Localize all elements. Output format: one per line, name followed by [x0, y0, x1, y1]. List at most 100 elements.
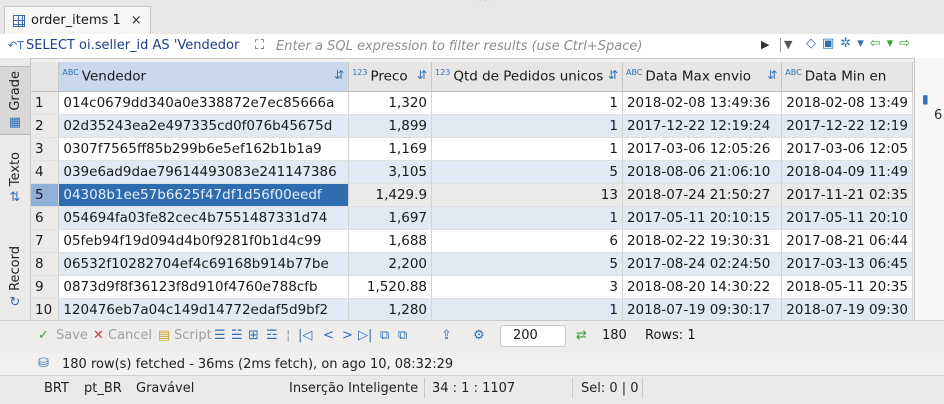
fetch-page-icon[interactable]: ⧉ [380, 328, 389, 343]
cell-data-min-envio[interactable]: 2017-05-11 20:10 [781, 206, 913, 230]
copy-row-icon[interactable]: ⊞ [248, 328, 259, 343]
cell-data-max-envio[interactable]: 2017-05-11 20:10:15 [622, 206, 783, 230]
cell-qtd-pedidos[interactable]: 1 [431, 137, 623, 161]
cell-vendedor[interactable]: 0873d9f8f36123f8d910f4760e788cfb [58, 275, 350, 299]
cell-vendedor[interactable]: 06532f10282704ef4c69168b914b77be [58, 252, 350, 276]
cell-qtd-pedidos[interactable]: 5 [431, 160, 623, 184]
save-filter-icon[interactable]: ▣ [822, 36, 834, 51]
panel-book-icon[interactable]: ▮ [922, 92, 929, 106]
add-row-icon[interactable]: ☱ [231, 328, 243, 343]
cell-qtd-pedidos[interactable]: 1 [431, 206, 623, 230]
fetch-size-input[interactable]: 200 [500, 325, 566, 347]
cell-vendedor[interactable]: 05feb94f19d094d4b0f9281f0b1d4c99 [58, 229, 350, 253]
cell-vendedor[interactable]: 02d35243ea2e497335cd0f076b45675d [58, 114, 350, 138]
cell-vendedor[interactable]: 04308b1ee57b6625f47df1d56f00eedf [58, 183, 350, 207]
table-row[interactable]: 4 039e6ad9dae79614493083e241147386 3,105 5 2… [31, 160, 913, 184]
fetch-all-icon[interactable]: ⧉ [398, 328, 407, 343]
collapse-handle-icon[interactable]: ⌃⌃ [468, 0, 498, 8]
cell-data-max-envio[interactable]: 2018-08-06 21:06:10 [622, 160, 783, 184]
cell-data-max-envio[interactable]: 2018-02-08 13:49:36 [622, 91, 783, 115]
refresh-icon[interactable]: ⇄ [576, 328, 587, 343]
cell-vendedor[interactable]: 120476eb7a04c149d14772edaf5d9bf2 [58, 298, 350, 320]
gear-icon[interactable]: ⚙ [473, 328, 485, 343]
cell-data-min-envio[interactable]: 2018-05-11 20:35 [781, 275, 913, 299]
table-row[interactable]: 7 05feb94f19d094d4b0f9281f0b1d4c99 1,688 6 2… [31, 229, 913, 253]
back-dropdown-icon[interactable]: ▾ [887, 36, 894, 51]
cell-preco[interactable]: 1,520.88 [348, 275, 433, 299]
cell-vendedor[interactable]: 039e6ad9dae79614493083e241147386 [58, 160, 350, 184]
table-row[interactable]: 2 02d35243ea2e497335cd0f076b45675d 1,899 1 2… [31, 114, 913, 138]
cell-data-min-envio[interactable]: 2017-03-06 12:05 [781, 137, 913, 161]
tab-grid-view[interactable]: Grade ▦ [0, 66, 30, 135]
table-row[interactable]: 8 06532f10282704ef4c69168b914b77be 2,200 5 2… [31, 252, 913, 276]
cell-vendedor[interactable]: 0307f7565ff85b299b6e5ef162b1b1a9 [58, 137, 350, 161]
cell-data-min-envio[interactable]: 2017-08-21 06:44 [781, 229, 913, 253]
cell-qtd-pedidos[interactable]: 13 [431, 183, 623, 207]
table-row[interactable]: 9 0873d9f8f36123f8d910f4760e788cfb 1,520.8… [31, 275, 913, 299]
apply-filter-icon[interactable]: ▶ [761, 38, 769, 51]
cell-data-min-envio[interactable]: 2017-11-21 02:35 [781, 183, 913, 207]
cell-preco[interactable]: 1,169 [348, 137, 433, 161]
cell-data-max-envio[interactable]: 2018-07-19 09:30:17 [622, 298, 783, 320]
cell-qtd-pedidos[interactable]: 5 [431, 252, 623, 276]
cell-preco[interactable]: 1,899 [348, 114, 433, 138]
results-grid[interactable]: ABC Vendedor ⇵ 123 Preco ⇵ 123 Qtd de Pedidos… [31, 62, 913, 320]
cell-qtd-pedidos[interactable]: 6 [431, 229, 623, 253]
column-header-qtd-pedidos[interactable]: 123 Qtd de Pedidos unicos ⇵ [431, 62, 623, 92]
table-row[interactable]: 1 014c0679dd340a0e338872e7ec85666a 1,320 1 2… [31, 91, 913, 115]
cell-data-min-envio[interactable]: 2017-12-22 12:19 [781, 114, 913, 138]
cell-data-max-envio[interactable]: 2017-03-06 12:05:26 [622, 137, 783, 161]
cell-preco[interactable]: 1,688 [348, 229, 433, 253]
table-row[interactable]: 5 04308b1ee57b6625f47df1d56f00eedf 1,429.9… [31, 183, 913, 207]
cell-data-max-envio[interactable]: 2017-08-24 02:24:50 [622, 252, 783, 276]
cell-data-min-envio[interactable]: 2018-04-09 11:49 [781, 160, 913, 184]
cell-qtd-pedidos[interactable]: 3 [431, 275, 623, 299]
first-page-icon[interactable]: |◁ [298, 328, 312, 343]
delete-row-icon[interactable]: ☲ [266, 328, 278, 343]
table-row[interactable]: 6 054694fa03fe82cec4b7551487331d74 1,697 1 2… [31, 206, 913, 230]
cell-data-min-envio[interactable]: 2017-03-13 06:45 [781, 252, 913, 276]
cell-qtd-pedidos[interactable]: 1 [431, 91, 623, 115]
filter-history-icon[interactable]: ▼ [780, 38, 792, 52]
cell-preco[interactable]: 1,429.9 [348, 183, 433, 207]
tab-close-icon[interactable]: × [131, 13, 142, 28]
column-header-data-max-envio[interactable]: ABC Data Max envio ⇵ [622, 62, 783, 92]
cell-data-max-envio[interactable]: 2017-12-22 12:19:24 [622, 114, 783, 138]
column-header-preco[interactable]: 123 Preco ⇵ [348, 62, 433, 92]
script-button[interactable]: Script [174, 328, 212, 343]
cell-data-min-envio[interactable]: 2018-07-19 09:30 [781, 298, 913, 320]
tab-record-view[interactable]: Record ↻ [0, 246, 30, 310]
cell-preco[interactable]: 3,105 [348, 160, 433, 184]
cancel-button[interactable]: Cancel [108, 328, 152, 343]
cell-qtd-pedidos[interactable]: 1 [431, 298, 623, 320]
cell-vendedor[interactable]: 014c0679dd340a0e338872e7ec85666a [58, 91, 350, 115]
filter-dropdown-icon[interactable]: ▾ [857, 36, 864, 51]
cell-data-min-envio[interactable]: 2018-02-08 13:49 [781, 91, 913, 115]
tab-text-view[interactable]: Texto ⇅ [0, 152, 30, 205]
last-page-icon[interactable]: ▷| [358, 328, 372, 343]
expand-icon[interactable]: ⛶ [255, 38, 264, 53]
column-header-vendedor[interactable]: ABC Vendedor ⇵ [58, 62, 350, 92]
cell-data-max-envio[interactable]: 2018-07-24 21:50:27 [622, 183, 783, 207]
next-page-icon[interactable]: > [342, 328, 353, 343]
filter-settings-icon[interactable]: ✲ [840, 36, 851, 51]
sort-filter-icon[interactable]: ⇵ [608, 68, 618, 82]
sort-filter-icon[interactable]: ⇵ [334, 68, 344, 82]
cell-qtd-pedidos[interactable]: 1 [431, 114, 623, 138]
cell-preco[interactable]: 1,320 [348, 91, 433, 115]
cell-preco[interactable]: 1,697 [348, 206, 433, 230]
column-header-data-min-envio[interactable]: ABC Data Min en [781, 62, 913, 92]
edit-row-icon[interactable]: ☰ [214, 328, 226, 343]
tab-order-items[interactable]: order_items 1 × [4, 6, 151, 34]
cell-data-max-envio[interactable]: 2018-02-22 19:30:31 [622, 229, 783, 253]
forward-arrow-icon[interactable]: ⇨ [899, 36, 910, 51]
table-row[interactable]: 3 0307f7565ff85b299b6e5ef162b1b1a9 1,169 1 2… [31, 137, 913, 161]
sort-filter-icon[interactable]: ⇵ [417, 68, 427, 82]
sql-query-label[interactable]: ↶T SELECT oi.seller_id AS 'Vendedor [8, 38, 248, 53]
cell-preco[interactable]: 1,280 [348, 298, 433, 320]
cell-data-max-envio[interactable]: 2018-08-20 14:30:22 [622, 275, 783, 299]
export-icon[interactable]: ⇪ [441, 328, 452, 343]
cell-preco[interactable]: 2,200 [348, 252, 433, 276]
save-button[interactable]: Save [56, 328, 88, 343]
clear-filter-icon[interactable]: ◇ [806, 36, 816, 51]
